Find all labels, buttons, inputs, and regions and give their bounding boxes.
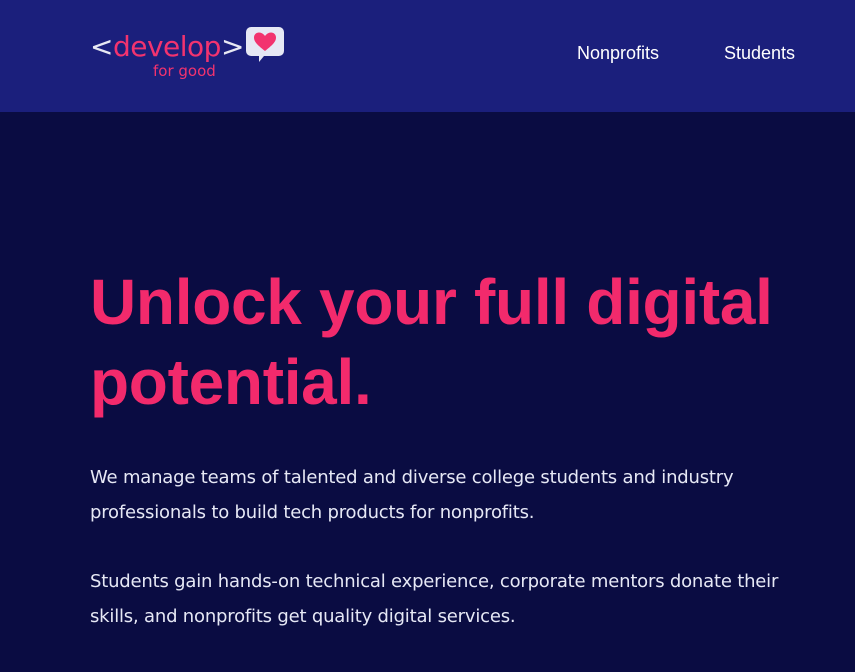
hero-headline: Unlock your full digital potential. xyxy=(90,266,773,418)
logo-bracket-open: < xyxy=(90,30,113,63)
nav-link-students[interactable]: Students xyxy=(724,40,795,66)
intro-paragraph: We manage teams of talented and diverse … xyxy=(90,467,734,523)
logo-bracket-close: > xyxy=(220,30,244,63)
benefits-paragraph: Students gain hands-on technical experie… xyxy=(90,571,779,627)
logo-link[interactable]: <develop> for good xyxy=(90,27,290,87)
logo-word: develop xyxy=(112,30,221,63)
logo-wordmark: <develop> xyxy=(90,30,244,64)
site-header: <develop> for good Nonprofits Students xyxy=(0,0,855,112)
nav-link-nonprofits[interactable]: Nonprofits xyxy=(577,40,659,66)
heart-speech-bubble-icon xyxy=(246,27,284,62)
logo-tagline: for good xyxy=(153,62,216,80)
